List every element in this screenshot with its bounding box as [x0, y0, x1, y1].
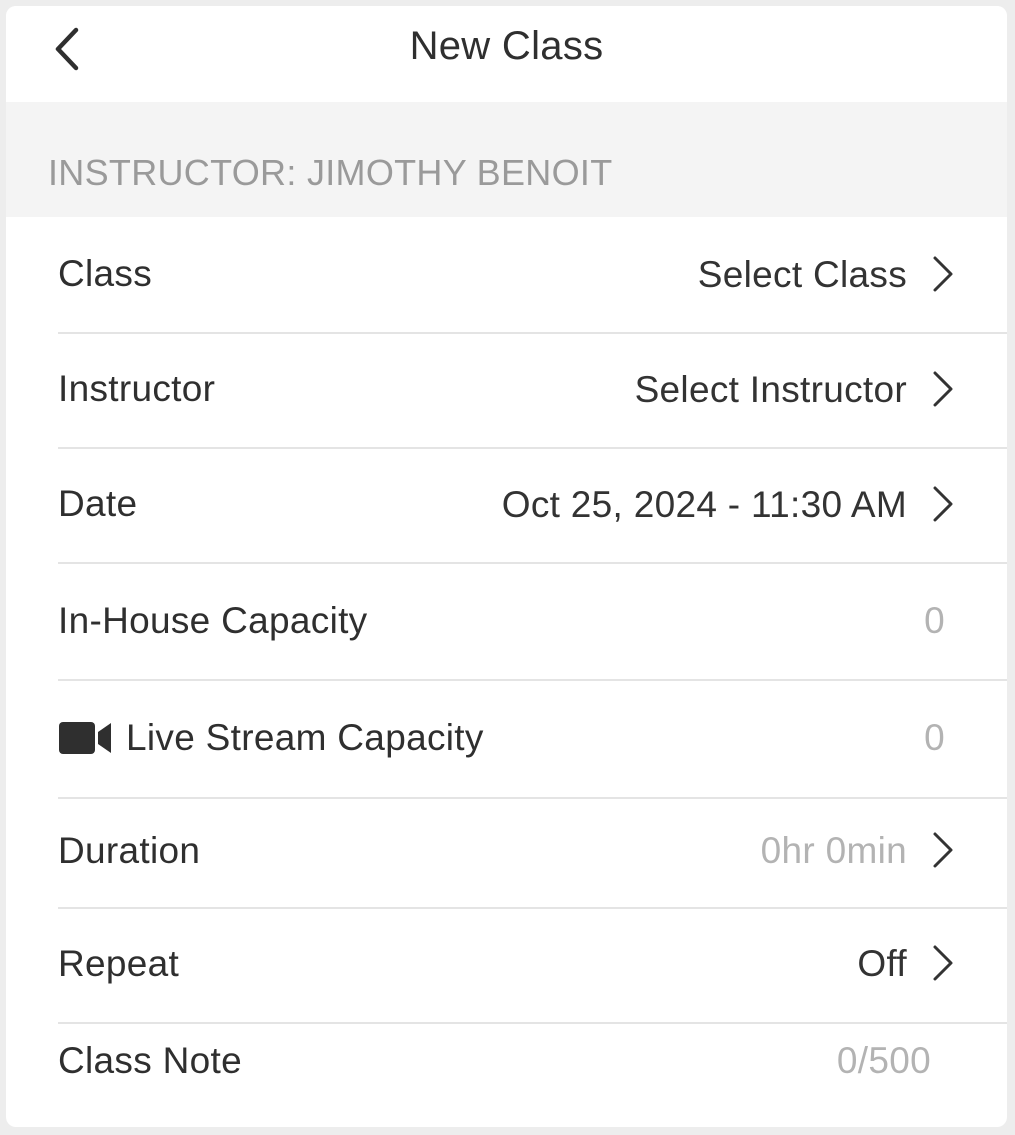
chevron-right-icon — [931, 254, 955, 294]
date-label: Date — [58, 483, 138, 524]
new-class-screen: New Class INSTRUCTOR: JIMOTHY BENOIT Cla… — [6, 6, 1007, 1127]
instructor-value: Select Instructor — [634, 369, 907, 410]
navigation-bar: New Class — [6, 6, 1007, 102]
date-value: Oct 25, 2024 - 11:30 AM — [501, 484, 907, 525]
in-house-capacity-label: In-House Capacity — [58, 600, 368, 641]
repeat-value: Off — [857, 943, 907, 984]
duration-label: Duration — [58, 830, 201, 871]
class-label: Class — [58, 253, 153, 294]
video-camera-icon — [58, 720, 112, 756]
repeat-label: Repeat — [58, 943, 180, 984]
class-row[interactable]: Class Select Class — [6, 217, 1007, 334]
instructor-row[interactable]: Instructor Select Instructor — [6, 332, 1007, 449]
date-row[interactable]: Date Oct 25, 2024 - 11:30 AM — [6, 447, 1007, 564]
instructor-section-header: INSTRUCTOR: JIMOTHY BENOIT — [6, 102, 1007, 217]
class-form-list: Class Select Class Instructor Select Ins… — [6, 217, 1007, 1122]
live-stream-capacity-label-group: Live Stream Capacity — [58, 717, 484, 759]
chevron-right-icon — [931, 369, 955, 409]
duration-row[interactable]: Duration 0hr 0min — [6, 797, 1007, 909]
repeat-row[interactable]: Repeat Off — [6, 907, 1007, 1024]
instructor-label: Instructor — [58, 368, 216, 409]
in-house-capacity-row: In-House Capacity 0 — [6, 562, 1007, 681]
class-note-label: Class Note — [58, 1040, 242, 1081]
page-title: New Class — [409, 24, 604, 68]
class-note-counter: 0/500 — [836, 1040, 931, 1081]
in-house-capacity-input[interactable]: 0 — [924, 600, 945, 642]
live-stream-capacity-label: Live Stream Capacity — [126, 717, 484, 758]
chevron-right-icon — [931, 484, 955, 524]
class-note-row[interactable]: Class Note 0/500 — [6, 1022, 1007, 1122]
class-value: Select Class — [697, 254, 907, 295]
duration-value: 0hr 0min — [760, 830, 907, 871]
chevron-right-icon — [931, 830, 955, 870]
chevron-right-icon — [931, 943, 955, 983]
section-header-label: INSTRUCTOR: JIMOTHY BENOIT — [48, 152, 613, 193]
live-stream-capacity-row: Live Stream Capacity 0 — [6, 679, 1007, 799]
live-stream-capacity-input[interactable]: 0 — [924, 717, 945, 759]
